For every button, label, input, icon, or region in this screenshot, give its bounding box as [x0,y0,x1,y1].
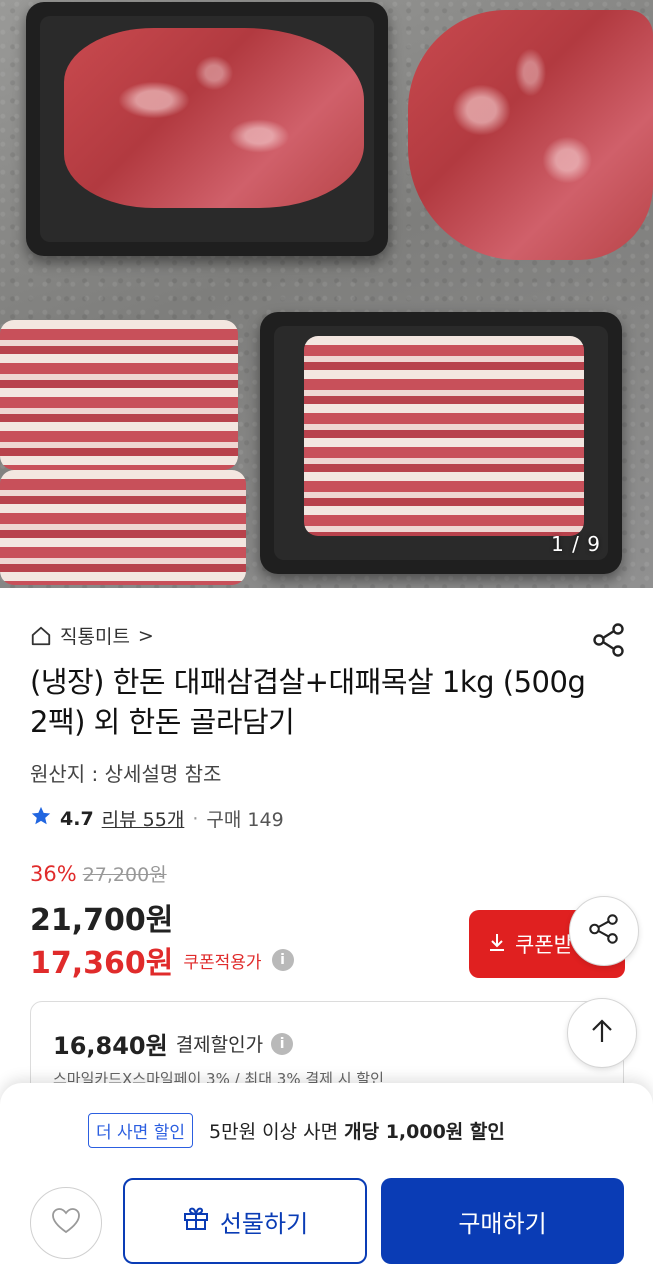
coupon-button-label: 쿠폰받 [515,933,573,957]
store-link[interactable]: 직통미트 > [30,622,154,649]
pork-belly-slices [304,336,584,536]
rating-row: 4.7 리뷰 55개 · 구매 149 [30,805,284,832]
discount-rate: 36% [30,862,77,886]
pork-neck-loose [408,10,653,260]
product-title: (냉장) 한돈 대패삼겹살+대패목살 1kg (500g 2팩) 외 한돈 골라… [30,665,586,739]
pork-belly-loose-upper [0,320,238,470]
info-icon[interactable]: i [271,949,294,971]
wishlist-button[interactable] [30,1187,102,1259]
scroll-to-top-button[interactable] [567,998,637,1068]
buy-button-label: 구매하기 [458,1209,547,1238]
product-image-gallery[interactable]: 1 / 9 [0,0,653,588]
rating-value: 4.7 [60,807,94,830]
coupon-price-label: 쿠폰적용가 [183,952,262,973]
arrow-up-icon [587,1016,617,1050]
review-link[interactable]: 리뷰 55개 [102,805,185,832]
promo-badge: 더 사면 할인 [88,1113,194,1148]
download-icon [487,932,507,957]
promo-text-prefix: 5만원 이상 사면 [209,1121,339,1143]
purchase-count: 구매 149 [206,809,284,831]
pork-belly-loose-lower [0,470,246,585]
coupon-price: 17,360원 [30,946,174,981]
pork-neck-slices [64,28,364,208]
store-name: 직통미트 [60,626,130,648]
discount-row: 36% 27,200원 [30,860,167,887]
promo-text-bold: 개당 1,000원 할인 [344,1121,505,1143]
buy-button[interactable]: 구매하기 [381,1178,624,1264]
heart-icon [50,1205,82,1241]
star-icon [30,805,52,832]
chevron-right-icon: > [137,624,154,647]
info-icon[interactable]: i [271,1032,294,1055]
product-origin: 원산지 : 상세설명 참조 [30,762,222,786]
home-icon [30,625,52,647]
bottom-action-sheet: 더 사면 할인 5만원 이상 사면 개당 1,000원 할인 선물하기 구매하기 [0,1083,653,1280]
coupon-price-row: 17,360원 쿠폰적용가 i [30,938,294,982]
meat-tray [26,2,388,256]
floating-share-button[interactable] [569,896,639,966]
original-price: 27,200원 [82,864,167,886]
gift-button-label: 선물하기 [219,1209,309,1238]
payment-price-label: 결제할인가 [175,1034,264,1056]
bulk-discount-promo[interactable]: 더 사면 할인 5만원 이상 사면 개당 1,000원 할인 [88,1113,505,1148]
sale-price: 21,700원 [30,903,174,938]
share-icon[interactable] [591,622,627,658]
gift-icon [182,1204,210,1238]
payment-price-row: 16,840원 결제할인가 i [53,1026,294,1061]
gift-button[interactable]: 선물하기 [123,1178,367,1264]
share-icon [587,912,621,950]
image-counter: 1 / 9 [551,532,601,556]
separator-dot: · [192,807,199,830]
payment-price: 16,840원 [53,1032,168,1060]
promo-text: 5만원 이상 사면 개당 1,000원 할인 [209,1117,505,1144]
